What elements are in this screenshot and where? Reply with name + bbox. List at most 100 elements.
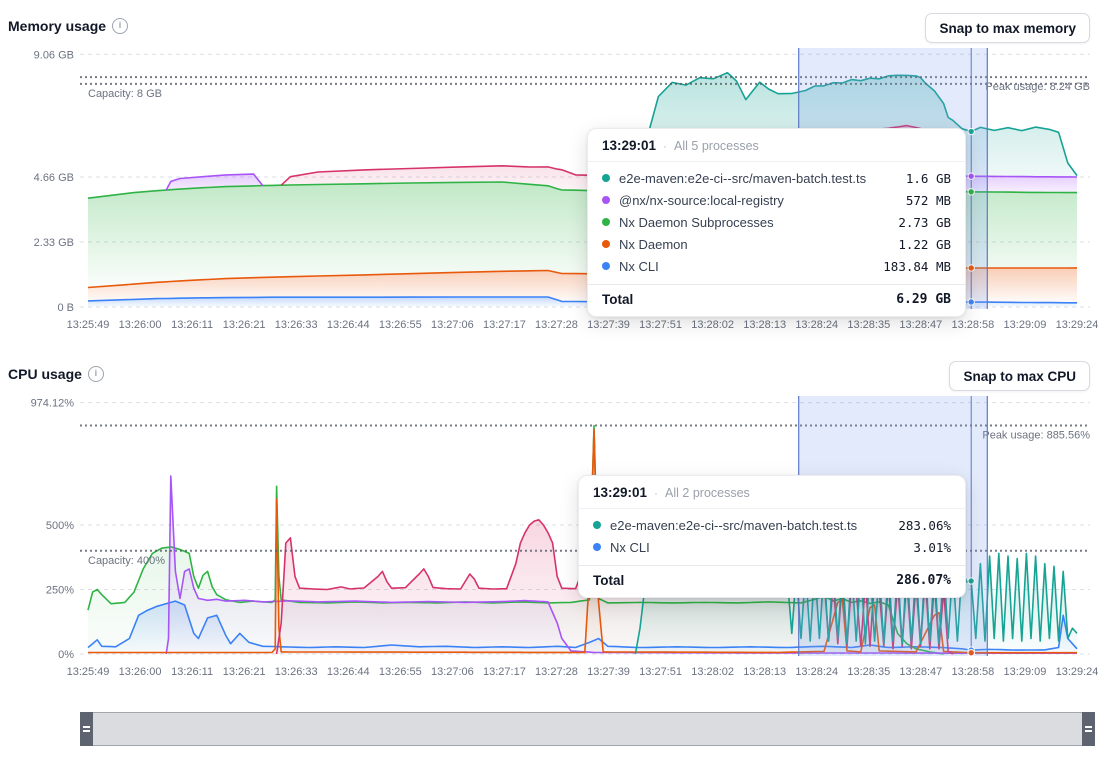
x-tick-label: 13:26:11: [171, 666, 213, 678]
memory-chart-header: Memory usage i: [8, 18, 128, 34]
x-tick-label: 13:28:13: [743, 319, 786, 331]
process-value: 3.01%: [913, 540, 951, 555]
tooltip-separator: ·: [654, 486, 658, 500]
hover-marker-nx_cli: [968, 299, 974, 305]
x-tick-label: 13:26:44: [327, 319, 370, 331]
hover-marker-nx_daemon: [968, 650, 974, 656]
grip-icon: [1085, 726, 1092, 728]
x-tick-label: 13:27:39: [587, 319, 630, 331]
hover-marker-local_registry: [968, 173, 974, 179]
capacity-label: Capacity: 8 GB: [88, 88, 162, 100]
tooltip-row: @nx/nx-source:local-registry 572 MB: [602, 189, 951, 211]
process-name: Nx CLI: [610, 540, 913, 555]
x-tick-label: 13:29:24: [1056, 666, 1099, 678]
y-tick-label: 4.66 GB: [34, 172, 74, 184]
y-tick-label: 500%: [46, 520, 74, 532]
x-tick-label: 13:26:00: [119, 666, 162, 678]
y-tick-label: 2.33 GB: [34, 237, 74, 249]
x-tick-label: 13:27:51: [639, 319, 682, 331]
total-value: 6.29 GB: [896, 292, 951, 307]
x-tick-label: 13:29:24: [1056, 319, 1099, 331]
x-tick-label: 13:27:39: [587, 666, 630, 678]
x-tick-label: 13:28:35: [847, 666, 890, 678]
tooltip-process-count: All 5 processes: [674, 139, 759, 153]
total-label: Total: [602, 292, 896, 307]
x-tick-label: 13:28:13: [743, 666, 786, 678]
x-tick-label: 13:28:47: [899, 666, 942, 678]
total-label: Total: [593, 573, 896, 588]
hover-marker-nx_daemon: [968, 265, 974, 271]
y-tick-label: 9.06 GB: [34, 49, 74, 61]
cpu-tooltip: 13:29:01 · All 2 processes e2e-maven:e2e…: [578, 475, 966, 598]
nx-profiler-page: 9.06 GB 4.66 GB 2.33 GB 0 B Capacity: 8 GB Pe…: [0, 0, 1118, 761]
cpu-chart-title: CPU usage: [8, 366, 82, 382]
tooltip-process-count: All 2 processes: [665, 486, 750, 500]
x-tick-label: 13:28:47: [899, 319, 942, 331]
process-value: 1.6 GB: [906, 171, 951, 186]
capacity-label: Capacity: 400%: [88, 555, 165, 567]
tooltip-row: Nx Daemon Subprocesses 2.73 GB: [602, 211, 951, 233]
peak-label: Peak usage: 8.24 GB: [985, 81, 1090, 93]
process-value: 283.06%: [898, 518, 951, 533]
x-tick-label: 13:26:55: [379, 319, 422, 331]
series-color-dot: [593, 521, 601, 529]
x-tick-label: 13:26:55: [379, 666, 422, 678]
x-tick-label: 13:27:06: [431, 666, 474, 678]
series-color-dot: [602, 196, 610, 204]
process-value: 2.73 GB: [898, 215, 951, 230]
brush-handle-right[interactable]: [1082, 712, 1095, 746]
x-tick-label: 13:26:11: [171, 319, 213, 331]
y-tick-label: 0%: [58, 649, 74, 661]
x-tick-label: 13:29:09: [1004, 666, 1047, 678]
peak-label: Peak usage: 885.56%: [982, 430, 1090, 442]
series-color-dot: [593, 543, 601, 551]
process-name: Nx Daemon Subprocesses: [619, 215, 898, 230]
x-tick-label: 13:28:24: [795, 666, 838, 678]
tooltip-row: Nx CLI 3.01%: [593, 536, 951, 558]
x-tick-label: 13:27:17: [483, 666, 526, 678]
process-value: 1.22 GB: [898, 237, 951, 252]
snap-to-max-cpu-button[interactable]: Snap to max CPU: [949, 361, 1090, 391]
x-tick-label: 13:28:02: [691, 319, 734, 331]
process-name: Nx CLI: [619, 259, 883, 274]
snap-to-max-memory-button[interactable]: Snap to max memory: [925, 13, 1090, 43]
memory-tooltip-header: 13:29:01 · All 5 processes: [588, 129, 965, 162]
memory-info-icon[interactable]: i: [112, 18, 128, 34]
tooltip-total-row: Total 6.29 GB: [588, 284, 965, 316]
tooltip-row: Nx Daemon 1.22 GB: [602, 233, 951, 255]
hover-marker-nx_daemon_sub: [968, 189, 974, 195]
tooltip-total-row: Total 286.07%: [579, 565, 965, 597]
x-tick-label: 13:26:33: [275, 666, 318, 678]
x-tick-label: 13:26:44: [327, 666, 370, 678]
x-tick-label: 13:28:35: [847, 319, 890, 331]
x-tick-label: 13:26:33: [275, 319, 318, 331]
tooltip-row: Nx CLI 183.84 MB: [602, 255, 951, 277]
cpu-chart-header: CPU usage i: [8, 366, 104, 382]
memory-chart-title: Memory usage: [8, 18, 106, 34]
x-tick-label: 13:27:17: [483, 319, 526, 331]
x-tick-label: 13:27:51: [639, 666, 682, 678]
process-value: 183.84 MB: [883, 259, 951, 274]
cpu-info-icon[interactable]: i: [88, 366, 104, 382]
tooltip-separator: ·: [663, 139, 667, 153]
y-tick-label: 250%: [46, 585, 74, 597]
tooltip-row: e2e-maven:e2e-ci--src/maven-batch.test.t…: [593, 514, 951, 536]
x-tick-label: 13:28:58: [951, 666, 994, 678]
x-tick-label: 13:28:02: [691, 666, 734, 678]
series-color-dot: [602, 240, 610, 248]
x-tick-label: 13:26:21: [223, 666, 266, 678]
series-color-dot: [602, 262, 610, 270]
process-name: e2e-maven:e2e-ci--src/maven-batch.test.t…: [619, 171, 906, 186]
brush-handle-left[interactable]: [80, 712, 93, 746]
timeline-brush[interactable]: [80, 712, 1095, 746]
total-value: 286.07%: [896, 573, 951, 588]
process-name: @nx/nx-source:local-registry: [619, 193, 906, 208]
x-tick-label: 13:27:28: [535, 666, 578, 678]
process-value: 572 MB: [906, 193, 951, 208]
y-tick-label: 974.12%: [31, 398, 75, 410]
tooltip-row: e2e-maven:e2e-ci--src/maven-batch.test.t…: [602, 167, 951, 189]
x-tick-label: 13:26:00: [119, 319, 162, 331]
y-tick-label: 0 B: [57, 302, 74, 314]
series-color-dot: [602, 174, 610, 182]
x-tick-label: 13:25:49: [67, 666, 110, 678]
